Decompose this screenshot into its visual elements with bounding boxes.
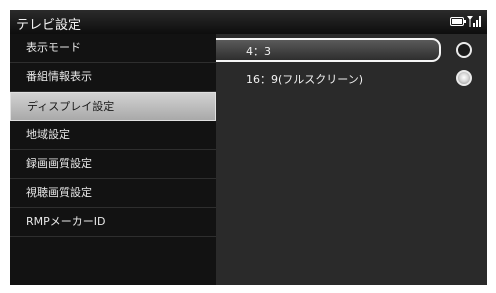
radio-unchecked-icon[interactable] [456, 42, 472, 58]
options-panel: 4：3 16：9(フルスクリーン) [216, 34, 487, 285]
settings-menu: 表示モード 番組情報表示 ディスプレイ設定 地域設定 録画画質設定 視聴画質設定… [10, 34, 216, 285]
option-label: 4：3 [246, 45, 271, 58]
menu-item-label: 表示モード [26, 41, 81, 54]
menu-item-label: ディスプレイ設定 [27, 100, 115, 113]
menu-item-label: 番組情報表示 [26, 70, 92, 83]
menu-item-label: 視聴画質設定 [26, 186, 92, 199]
battery-icon [450, 17, 466, 26]
option-4-3[interactable]: 4：3 [216, 36, 487, 64]
signal-icon [467, 16, 481, 27]
menu-item-label: 録画画質設定 [26, 157, 92, 170]
menu-item-display-mode[interactable]: 表示モード [10, 34, 216, 63]
screen-title: テレビ設定 [16, 18, 82, 33]
menu-item-label: RMPメーカーID [26, 215, 106, 228]
menu-item-region-settings[interactable]: 地域設定 [10, 121, 216, 150]
menu-item-recording-quality[interactable]: 録画画質設定 [10, 150, 216, 179]
tv-settings-screen: テレビ設定 表示モード 番組情報表示 ディスプレイ設定 地域設定 録画画質設定 … [10, 10, 487, 285]
title-bar: テレビ設定 [10, 10, 487, 34]
option-16-9-fullscreen[interactable]: 16：9(フルスクリーン) [216, 64, 487, 92]
radio-checked-icon[interactable] [456, 70, 472, 86]
menu-item-program-info[interactable]: 番組情報表示 [10, 63, 216, 92]
option-label: 16：9(フルスクリーン) [246, 73, 364, 86]
menu-item-rmp-maker-id[interactable]: RMPメーカーID [10, 208, 216, 237]
menu-item-display-settings[interactable]: ディスプレイ設定 [10, 92, 216, 121]
menu-item-viewing-quality[interactable]: 視聴画質設定 [10, 179, 216, 208]
menu-item-label: 地域設定 [26, 128, 70, 141]
